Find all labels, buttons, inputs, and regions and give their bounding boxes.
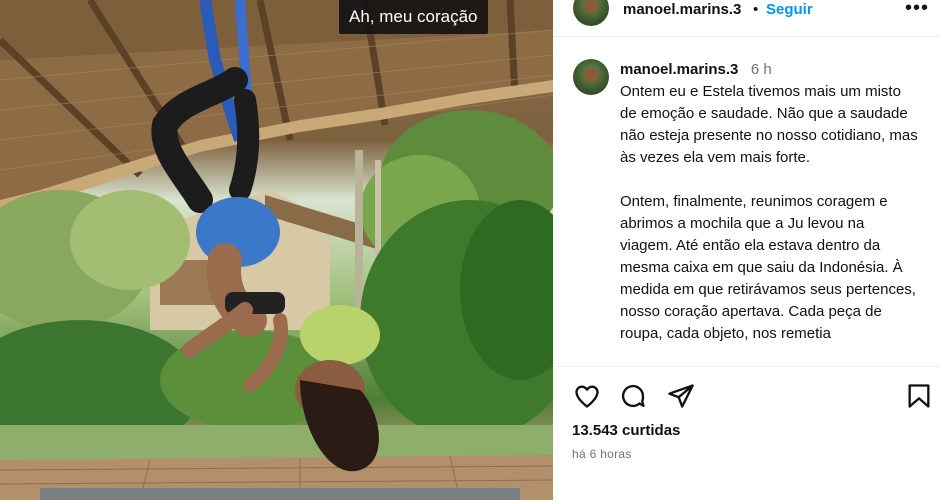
post-side-panel: manoel.marins.3 • Seguir ••• manoel.mari… [553,0,940,500]
action-bar [553,378,940,418]
header-username[interactable]: manoel.marins.3 [623,0,741,20]
comment-button[interactable] [615,378,651,414]
caption-paragraph: Ontem, finalmente, reunimos coragem e ab… [620,193,916,342]
avatar[interactable] [573,0,609,26]
follow-button[interactable]: Seguir [766,0,813,20]
comment-icon [621,384,645,408]
add-comment-area[interactable] [572,492,872,502]
caption-text: Ontem eu e Estela tivemos mais um misto … [620,81,920,366]
share-button[interactable] [663,378,699,414]
heart-icon [575,385,599,408]
save-button[interactable] [901,378,937,414]
likes-count[interactable]: 13.543 curtidas [572,422,680,439]
caption-header: manoel.marins.3 6 h [620,59,772,81]
photo-illustration [0,0,553,500]
send-icon [668,384,694,408]
post-header: manoel.marins.3 • Seguir ••• [553,0,940,37]
post-photo[interactable]: Ah, meu coração [0,0,553,500]
divider [553,366,940,367]
separator-dot: • [753,1,759,18]
bookmark-icon [908,384,930,408]
caption-section: manoel.marins.3 6 h Ontem eu e Estela ti… [553,56,940,366]
caption-time[interactable]: 6 h [751,61,772,78]
caption-paragraph: Ontem eu e Estela tivemos mais um misto … [620,83,918,166]
caption-sticker: Ah, meu coração [339,0,488,34]
post-timestamp[interactable]: há 6 horas [572,447,632,461]
caption-avatar[interactable] [573,59,609,95]
like-button[interactable] [569,378,605,414]
caption-username[interactable]: manoel.marins.3 [620,61,738,78]
more-options-icon[interactable]: ••• [905,0,929,18]
